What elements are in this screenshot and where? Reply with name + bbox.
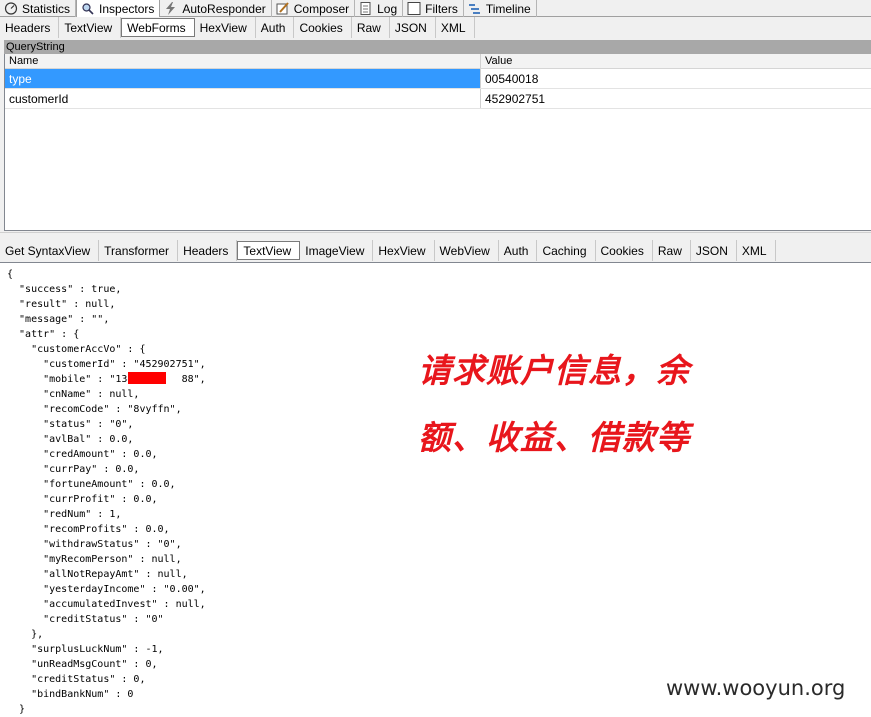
code-line: "success" : true,	[7, 284, 122, 295]
querystring-grid[interactable]: Name Value type 00540018 customerId 4529…	[4, 54, 871, 231]
code-line: "recomCode" : "8vyffn",	[7, 404, 182, 415]
request-tab-xml[interactable]: XML	[436, 17, 475, 38]
response-tab-xml[interactable]: XML	[737, 240, 776, 261]
response-text-view[interactable]: { "success" : true, "result" : null, "me…	[0, 262, 871, 717]
querystring-header: QueryString	[4, 40, 871, 54]
tab-log-label: Log	[377, 1, 398, 16]
code-line: "redNum" : 1,	[7, 509, 122, 520]
code-line: "bindBankNum" : 0	[7, 689, 134, 700]
response-body-text[interactable]: { "success" : true, "result" : null, "me…	[7, 267, 206, 717]
response-tab-json[interactable]: JSON	[691, 240, 737, 261]
code-line: "message" : "",	[7, 314, 110, 325]
response-tab-headers[interactable]: Headers	[178, 240, 238, 261]
code-line: "fortuneAmount" : 0.0,	[7, 479, 176, 490]
request-tab-json[interactable]: JSON	[390, 17, 436, 38]
tab-statistics[interactable]: Statistics	[0, 0, 77, 17]
main-tab-bar: Statistics Inspectors AutoResponder Comp…	[0, 0, 871, 17]
code-line: }	[7, 704, 26, 715]
response-tab-caching[interactable]: Caching	[537, 240, 596, 261]
row-value-cell[interactable]: 00540018	[481, 69, 871, 88]
code-line: "avlBal" : 0.0,	[7, 434, 134, 445]
code-line: "currProfit" : 0.0,	[7, 494, 158, 505]
row-name-cell[interactable]: type	[5, 69, 481, 88]
watermark: www.wooyun.org	[666, 676, 846, 700]
code-line: "cnName" : null,	[7, 389, 140, 400]
inspectors-icon	[81, 2, 95, 15]
column-header-name[interactable]: Name	[5, 54, 481, 68]
response-tab-cookies[interactable]: Cookies	[596, 240, 653, 261]
code-line: "yesterdayIncome" : "0.00",	[7, 584, 206, 595]
code-line: "creditStatus" : "0"	[7, 614, 164, 625]
table-row[interactable]: customerId 452902751	[5, 89, 871, 109]
response-tab-raw[interactable]: Raw	[653, 240, 691, 261]
code-line: "attr" : {	[7, 329, 80, 340]
tab-composer-label: Composer	[293, 1, 350, 16]
request-tab-textview[interactable]: TextView	[59, 17, 122, 38]
code-line: "recomProfits" : 0.0,	[7, 524, 170, 535]
querystring-column-headers: Name Value	[5, 54, 871, 69]
request-tab-bar: Headers TextView WebForms HexView Auth C…	[0, 17, 871, 38]
tab-inspectors[interactable]: Inspectors	[76, 0, 161, 17]
response-tab-imageview[interactable]: ImageView	[300, 240, 374, 261]
code-line: "surplusLuckNum" : -1,	[7, 644, 164, 655]
code-line: "withdrawStatus" : "0",	[7, 539, 182, 550]
statistics-icon	[4, 2, 18, 15]
composer-icon	[276, 2, 290, 15]
request-tab-hexview[interactable]: HexView	[195, 17, 256, 38]
code-line: "accumulatedInvest" : null,	[7, 599, 206, 610]
response-tab-hexview[interactable]: HexView	[373, 240, 435, 261]
code-line: "status" : "0",	[7, 419, 134, 430]
request-tab-auth[interactable]: Auth	[256, 17, 295, 38]
tab-inspectors-label: Inspectors	[99, 1, 155, 16]
request-tab-raw[interactable]: Raw	[352, 17, 390, 38]
code-line: "mobile" : "134 88",	[7, 374, 206, 385]
annotation-line-2: 额、收益、借款等	[418, 418, 690, 457]
column-header-value[interactable]: Value	[481, 54, 871, 68]
request-tab-cookies[interactable]: Cookies	[294, 17, 352, 38]
annotation-line-1: 请求账户信息，余	[418, 351, 690, 390]
response-tab-auth[interactable]: Auth	[499, 240, 538, 261]
code-line: "credAmount" : 0.0,	[7, 449, 158, 460]
pane-splitter[interactable]	[0, 232, 871, 239]
table-row[interactable]: type 00540018	[5, 69, 871, 89]
checkbox-icon[interactable]	[407, 2, 421, 15]
tab-autoresponder[interactable]: AutoResponder	[160, 0, 272, 17]
response-tab-bar: Get SyntaxView Transformer Headers TextV…	[0, 240, 871, 261]
code-line: "customerId" : "452902751",	[7, 359, 206, 370]
tab-timeline[interactable]: Timeline	[464, 0, 537, 17]
lightning-icon	[164, 2, 178, 15]
log-icon	[359, 2, 373, 15]
tab-timeline-label: Timeline	[485, 1, 531, 16]
response-tab-textview[interactable]: TextView	[237, 241, 301, 260]
response-tab-transformer[interactable]: Transformer	[99, 240, 179, 261]
row-value-cell[interactable]: 452902751	[481, 89, 871, 108]
redaction-box	[128, 372, 166, 384]
code-line: "currPay" : 0.0,	[7, 464, 140, 475]
response-tab-webview[interactable]: WebView	[435, 240, 499, 261]
code-line: "allNotRepayAmt" : null,	[7, 569, 188, 580]
code-line: {	[7, 269, 14, 280]
row-name-cell[interactable]: customerId	[5, 89, 481, 108]
tab-statistics-label: Statistics	[22, 1, 71, 16]
timeline-icon	[468, 2, 482, 15]
tab-filters[interactable]: Filters	[403, 0, 464, 17]
request-tab-webforms[interactable]: WebForms	[121, 18, 195, 37]
tab-autoresponder-label: AutoResponder	[182, 1, 266, 16]
response-tab-syntaxview[interactable]: Get SyntaxView	[0, 240, 100, 261]
code-line: "unReadMsgCount" : 0,	[7, 659, 158, 670]
tab-filters-label: Filters	[425, 1, 458, 16]
tab-log[interactable]: Log	[355, 0, 404, 17]
request-tab-headers[interactable]: Headers	[0, 17, 60, 38]
tab-composer[interactable]: Composer	[272, 0, 356, 17]
code-line: "result" : null,	[7, 299, 116, 310]
code-line: "customerAccVo" : {	[7, 344, 146, 355]
code-line: "creditStatus" : 0,	[7, 674, 146, 685]
code-line: "myRecomPerson" : null,	[7, 554, 182, 565]
code-line: },	[7, 629, 44, 640]
